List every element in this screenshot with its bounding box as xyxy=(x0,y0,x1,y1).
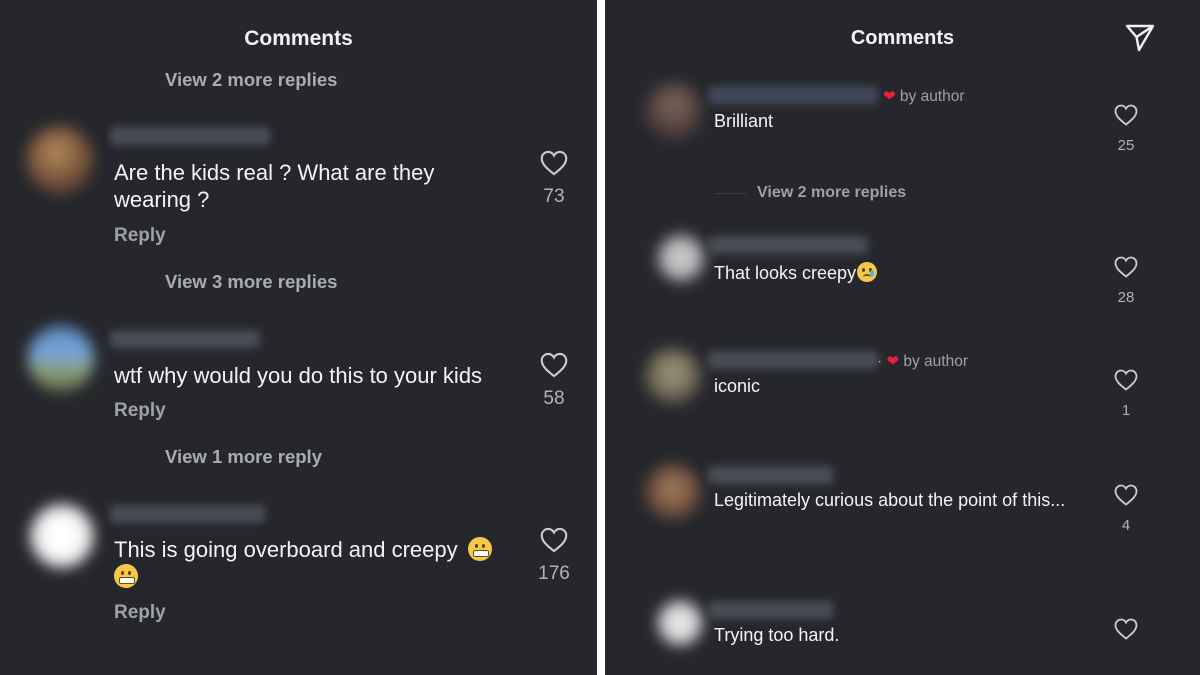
avatar[interactable] xyxy=(28,326,94,392)
grimacing-face-emoji xyxy=(467,537,492,561)
comment-text: Trying too hard. xyxy=(714,625,840,645)
replies-divider xyxy=(714,193,746,194)
heart-outline-icon[interactable] xyxy=(1114,256,1138,278)
crying-face-emoji xyxy=(857,262,878,282)
like-count: 28 xyxy=(1117,289,1135,306)
avatar[interactable] xyxy=(657,234,705,282)
username-blurred[interactable] xyxy=(110,330,260,348)
username-blurred[interactable] xyxy=(708,86,878,104)
like-count: 73 xyxy=(543,186,565,207)
badge-label: by author xyxy=(899,88,965,105)
comment-text: That looks creepy xyxy=(714,262,1074,284)
reply-button[interactable]: Reply xyxy=(114,602,166,624)
username-blurred[interactable] xyxy=(708,601,833,619)
heart-outline-icon[interactable] xyxy=(540,527,568,553)
view-more-replies-link[interactable]: View 3 more replies xyxy=(165,271,337,293)
right-comments-panel: Comments ❤ by author Brilliant 25 View 2… xyxy=(605,0,1200,675)
liked-by-author-badge: ❤ by author xyxy=(883,87,965,106)
page-title: Comments xyxy=(850,27,955,49)
heart-outline-icon[interactable] xyxy=(1114,104,1138,126)
username-blurred[interactable] xyxy=(110,127,270,145)
badge-label: by author xyxy=(903,353,969,370)
username-blurred[interactable] xyxy=(708,236,868,254)
comment-text: wtf why would you do this to your kids xyxy=(114,363,483,388)
heart-outline-icon[interactable] xyxy=(540,150,568,176)
avatar[interactable] xyxy=(657,600,703,646)
heart-outline-icon[interactable] xyxy=(1114,618,1138,640)
page-title: Comments xyxy=(244,27,353,50)
reply-button[interactable]: Reply xyxy=(114,400,166,422)
username-blurred[interactable] xyxy=(708,351,878,369)
like-count: 1 xyxy=(1121,402,1131,419)
like-count: 176 xyxy=(538,563,570,584)
comment-text: Brilliant xyxy=(714,111,774,131)
paper-plane-icon[interactable] xyxy=(1124,23,1156,53)
username-blurred[interactable] xyxy=(708,466,833,484)
grimacing-face-emoji xyxy=(114,564,138,588)
avatar[interactable] xyxy=(645,82,703,140)
avatar[interactable] xyxy=(645,348,701,404)
reply-button[interactable]: Reply xyxy=(114,225,166,247)
comment-text: iconic xyxy=(714,376,761,396)
comment-text: Legitimately curious about the point of … xyxy=(714,490,1066,510)
red-heart-icon: ❤ xyxy=(883,88,896,105)
like-count: 58 xyxy=(543,388,565,409)
liked-by-author-badge: · ❤ by author xyxy=(877,353,969,370)
like-count: 4 xyxy=(1121,517,1131,534)
left-comments-panel: Comments View 2 more replies Are the kid… xyxy=(0,0,597,675)
comment-text: Are the kids real ? What are they wearin… xyxy=(114,160,435,212)
like-count: 25 xyxy=(1117,137,1135,154)
heart-outline-icon[interactable] xyxy=(540,352,568,378)
avatar[interactable] xyxy=(30,504,94,568)
view-more-replies-link[interactable]: View 2 more replies xyxy=(757,184,906,202)
comment-text-content: This is going overboard and creepy xyxy=(114,537,458,562)
view-more-replies-link[interactable]: View 2 more replies xyxy=(165,69,337,91)
comment-text: This is going overboard and creepy xyxy=(114,536,524,590)
red-heart-icon: ❤ xyxy=(886,353,900,370)
view-more-replies-link[interactable]: View 1 more reply xyxy=(165,446,322,468)
avatar[interactable] xyxy=(645,464,701,520)
username-blurred[interactable] xyxy=(110,505,265,523)
heart-outline-icon[interactable] xyxy=(1114,484,1138,506)
avatar[interactable] xyxy=(26,126,94,194)
heart-outline-icon[interactable] xyxy=(1114,369,1138,391)
comment-text-content: That looks creepy xyxy=(714,263,857,283)
